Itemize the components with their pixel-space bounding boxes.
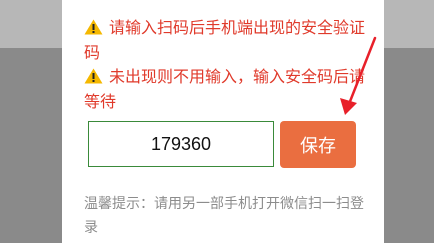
security-code-input[interactable] bbox=[88, 121, 274, 167]
warning-text-1: 请输入扫码后手机端出现的安全验证码 bbox=[84, 18, 366, 62]
warning-text-2: 未出现则不用输入，输入安全码后请等待 bbox=[84, 67, 366, 111]
security-code-dialog: 请输入扫码后手机端出现的安全验证码 未出现则不用输入，输入安全码后请等待 保存 … bbox=[62, 0, 384, 243]
save-button[interactable]: 保存 bbox=[280, 121, 356, 168]
tip-text: 温馨提示：请用另一部手机打开微信扫一扫登录 bbox=[84, 196, 364, 236]
warning-message-1: 请输入扫码后手机端出现的安全验证码 bbox=[84, 15, 380, 65]
warning-message-2: 未出现则不用输入，输入安全码后请等待 bbox=[84, 64, 380, 114]
warning-icon bbox=[84, 68, 103, 84]
warning-icon bbox=[84, 19, 103, 35]
